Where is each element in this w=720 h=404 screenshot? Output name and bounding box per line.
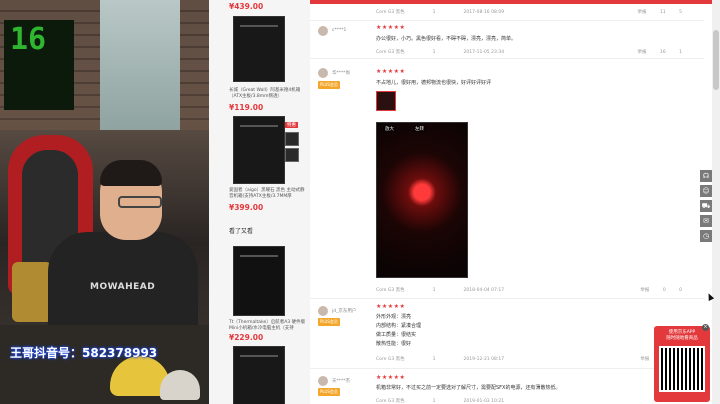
product-image[interactable]: [233, 116, 285, 184]
app-qr-promo[interactable]: 使用京东APP 随时随地看商品: [654, 326, 710, 402]
product-image[interactable]: [233, 346, 285, 404]
product-name[interactable]: Tt（Thermaltake）启航者A3 硬件版 Mini小机箱/水冷电脑主机（…: [229, 320, 307, 332]
review-stars: ★★★★★: [376, 303, 406, 310]
avatar[interactable]: [318, 306, 328, 316]
streamer-webcam: 16 MOWAHEAD 王哥抖音号：582378993: [0, 0, 209, 404]
product-image[interactable]: [233, 246, 285, 316]
product-name[interactable]: 爱国者（aigo）黑曜石 黑色 主动式静音机箱(支持ATX主板/3.7MM厚: [229, 188, 307, 200]
like-count[interactable]: 11: [660, 10, 666, 15]
review-meta: Core G3 黑色 1 2017-11-05 23:34: [376, 50, 505, 55]
report-link[interactable]: 举报: [638, 10, 647, 15]
review-meta: Core G3 黑色 1 2019-12-21 08:17: [376, 357, 505, 362]
promo-tag: 特惠: [285, 122, 298, 128]
product-name[interactable]: 长城（Great Wall）阿基米德4机箱（ATX主板/3.8mm侧透）: [229, 88, 307, 100]
review-stars: ★★★★★: [376, 68, 406, 75]
review-item: 华****尚 PLUS会员 ★★★★★ 不占地儿，很好用，德邦物流也很快，好评好…: [310, 58, 704, 299]
streamer-watermark: 王哥抖音号：582378993: [10, 346, 158, 360]
review-text: 机箱非常好，不过买之前一定要选对了解尺寸，需要配SFX的电源，还有薄散热低。: [376, 385, 561, 391]
shirt-text: MOWAHEAD: [90, 282, 156, 292]
zoom-button[interactable]: 放大: [383, 126, 396, 132]
message-icon[interactable]: ✉: [700, 215, 712, 227]
review-meta: Core G3 黑色 1 2018-04-04 07:17: [376, 288, 505, 293]
floating-toolbar: ☊ ☺ ⛟ ✉ ◷: [700, 170, 712, 245]
recommend-sidebar: ¥439.00 长城（Great Wall）阿基米德4机箱（ATX主板/3.8m…: [209, 0, 311, 404]
review-actions[interactable]: 举报 11 5: [626, 9, 682, 15]
review-photo-large[interactable]: 放大 左转: [376, 122, 468, 278]
comment-count[interactable]: 1: [679, 50, 682, 55]
review-actions[interactable]: 举报 0 0: [628, 287, 682, 293]
like-count[interactable]: 16: [660, 50, 666, 55]
review-line: 散热性能：很好: [376, 341, 412, 347]
review-photo-thumb[interactable]: [376, 91, 396, 111]
product-price: ¥229.00: [229, 333, 264, 342]
review-text: 不占地儿，很好用，德邦物流也很快，好评好评好评: [376, 80, 492, 86]
cart-icon[interactable]: ⛟: [700, 200, 712, 212]
report-link[interactable]: 举报: [640, 357, 649, 362]
review-line: 内部结构：紧凑合理: [376, 323, 422, 329]
section-title: 看了又看: [229, 228, 254, 235]
thumbnail[interactable]: [285, 148, 299, 162]
review-username: c****1: [332, 28, 347, 33]
review-item: jd_京东用户 PLUS会员 ★★★★★ 外形外观：漂亮 内部结构：紧凑合理 做…: [310, 298, 704, 369]
comment-count[interactable]: 5: [679, 10, 682, 15]
page-scrollbar[interactable]: [712, 0, 720, 404]
glasses: [118, 196, 162, 208]
scrollbar-thumb[interactable]: [713, 30, 719, 90]
review-meta: Core G3 黑色 1 2017-08-16 08:09: [376, 10, 505, 15]
window-background: [100, 0, 180, 130]
plus-badge: PLUS会员: [318, 318, 340, 326]
review-actions[interactable]: 举报 16 1: [626, 49, 682, 55]
report-link[interactable]: 举报: [640, 288, 649, 293]
headset-icon[interactable]: ☊: [700, 170, 712, 182]
avatar[interactable]: [318, 376, 328, 386]
review-meta: Core G3 黑色 1 2019-01-03 10:21: [376, 399, 505, 404]
matrix-poster: 16: [4, 20, 74, 110]
review-item: Core G3 黑色 1 2017-08-16 08:09 举报 11 5: [310, 4, 704, 21]
qr-title: 使用京东APP 随时随地看商品: [666, 330, 698, 341]
product-thumbnails: [285, 132, 299, 164]
like-count[interactable]: 0: [663, 288, 666, 293]
product-image[interactable]: [233, 16, 285, 82]
plus-badge: PLUS会员: [318, 81, 340, 89]
review-username: jd_京东用户: [332, 309, 357, 314]
review-username: 华****尚: [332, 71, 350, 76]
review-item: c****1 ★★★★★ 办公很好，小巧。黑色很好看，不碍不碍，漂亮，漂亮，简单…: [310, 20, 704, 59]
review-stars: ★★★★★: [376, 374, 406, 381]
product-price: ¥439.00: [229, 2, 264, 11]
product-price: ¥399.00: [229, 203, 264, 212]
review-line: 做工质量：很结实: [376, 332, 417, 338]
product-page: ¥439.00 长城（Great Wall）阿基米德4机箱（ATX主板/3.8m…: [209, 0, 720, 404]
plus-badge: PLUS会员: [318, 388, 340, 396]
streamer-hair: [100, 160, 162, 186]
close-icon[interactable]: ×: [702, 324, 709, 331]
review-text: 办公很好，小巧。黑色很好看，不碍不碍，漂亮，漂亮，简单。: [376, 36, 517, 42]
qr-code: [659, 346, 705, 392]
review-stars: ★★★★★: [376, 24, 406, 31]
history-icon[interactable]: ◷: [700, 230, 712, 242]
product-price: ¥119.00: [229, 103, 264, 112]
review-line: 外形外观：漂亮: [376, 314, 412, 320]
user-icon[interactable]: ☺: [700, 185, 712, 197]
avatar[interactable]: [318, 68, 328, 78]
rotate-button[interactable]: 左转: [413, 126, 426, 132]
thumbnail[interactable]: [285, 132, 299, 146]
microphone: [12, 262, 52, 322]
report-link[interactable]: 举报: [638, 50, 647, 55]
avatar[interactable]: [318, 26, 328, 36]
review-username: 天****杰: [332, 379, 350, 384]
comment-count[interactable]: 0: [679, 288, 682, 293]
review-item: 天****杰 PLUS会员 ★★★★★ 机箱非常好，不过买之前一定要选对了解尺寸…: [310, 368, 704, 404]
